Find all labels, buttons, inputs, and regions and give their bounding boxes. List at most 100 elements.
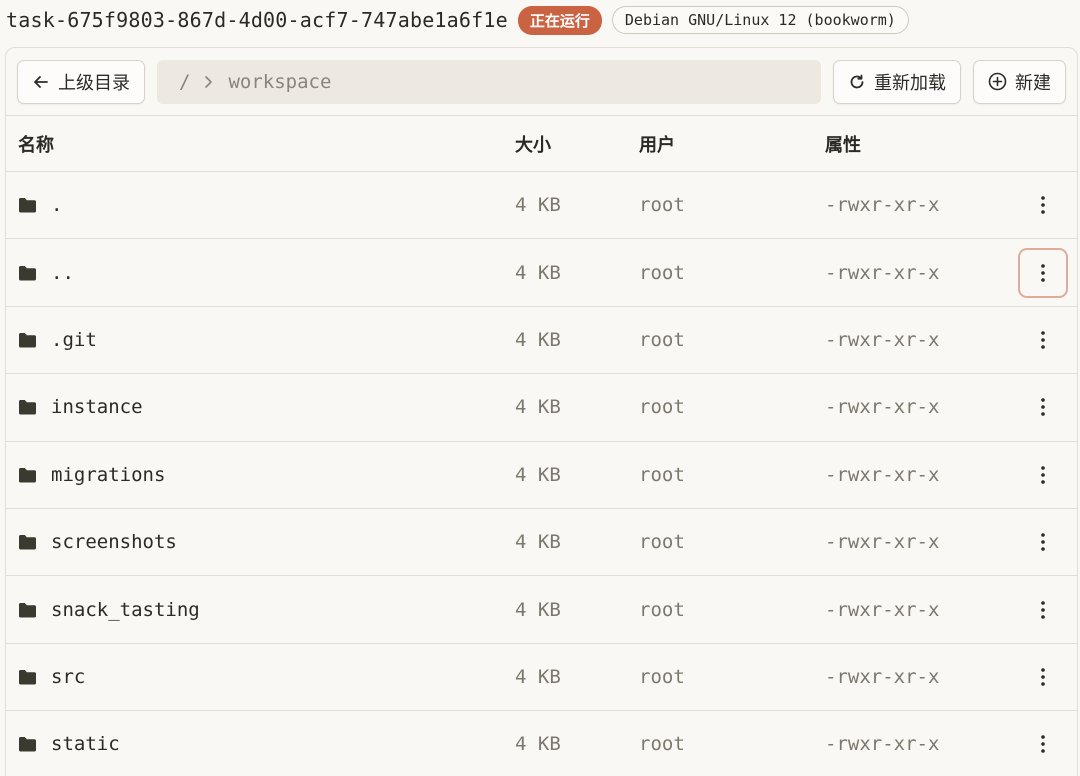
file-name-cell[interactable]: .: [18, 194, 62, 216]
more-vertical-icon: [1041, 735, 1045, 754]
file-name-cell[interactable]: screenshots: [18, 531, 177, 553]
more-vertical-icon: [1041, 668, 1045, 686]
table-row[interactable]: . 4 KB root -rwxr-xr-x: [6, 172, 1077, 240]
column-header-attributes[interactable]: 属性: [825, 131, 861, 157]
column-header-user[interactable]: 用户: [639, 131, 675, 157]
folder-icon: [19, 669, 36, 685]
file-name: instance: [51, 396, 143, 419]
folder-icon: [19, 602, 36, 618]
table-row[interactable]: static 4 KB root -rwxr-xr-x: [6, 711, 1077, 776]
file-name: snack_tasting: [51, 598, 200, 621]
file-list: . 4 KB root -rwxr-xr-x.. 4 KB root -rwxr-xr-x.…: [6, 172, 1077, 776]
folder-icon: [19, 400, 36, 415]
file-user: root: [639, 531, 685, 554]
table-row[interactable]: src 4 KB root -rwxr-xr-x: [6, 644, 1077, 712]
folder-icon: [19, 737, 36, 752]
file-attributes: -rwxr-xr-x: [825, 463, 940, 486]
column-header-size[interactable]: 大小: [515, 131, 551, 157]
file-attributes: -rwxr-xr-x: [825, 328, 940, 351]
file-name: migrations: [51, 463, 166, 486]
file-name: ..: [51, 261, 74, 284]
table-row[interactable]: snack_tasting 4 KB root -rwxr-xr-x: [6, 576, 1077, 644]
file-size: 4 KB: [515, 328, 561, 351]
folder-icon: [19, 198, 36, 213]
table-header: 名称 大小 用户 属性: [6, 116, 1077, 172]
row-more-button[interactable]: [1018, 180, 1068, 230]
file-name-cell[interactable]: ..: [18, 262, 74, 284]
table-row[interactable]: instance 4 KB root -rwxr-xr-x: [6, 374, 1077, 442]
file-user: root: [639, 733, 685, 756]
more-vertical-icon: [1041, 600, 1045, 619]
file-name-cell[interactable]: snack_tasting: [18, 599, 200, 621]
file-name-cell[interactable]: static: [18, 733, 120, 755]
file-name: src: [51, 665, 86, 688]
file-size: 4 KB: [515, 396, 561, 419]
reload-label: 重新加载: [874, 72, 946, 94]
folder-icon: [19, 332, 36, 348]
column-header-name[interactable]: 名称: [18, 131, 54, 157]
file-size: 4 KB: [515, 665, 561, 688]
more-vertical-icon: [1041, 331, 1045, 349]
table-row[interactable]: migrations 4 KB root -rwxr-xr-x: [6, 442, 1077, 509]
plus-circle-icon: [988, 72, 1007, 91]
file-size: 4 KB: [515, 463, 561, 486]
more-vertical-icon: [1041, 263, 1045, 282]
chevron-right-icon: [205, 75, 213, 88]
table-row[interactable]: .git 4 KB root -rwxr-xr-x: [6, 307, 1077, 375]
file-name: static: [51, 733, 120, 756]
row-more-button[interactable]: [1018, 450, 1068, 500]
file-attributes: -rwxr-xr-x: [825, 261, 940, 284]
table-row[interactable]: .. 4 KB root -rwxr-xr-x: [6, 239, 1077, 307]
file-attributes: -rwxr-xr-x: [825, 733, 940, 756]
folder-icon: [19, 535, 36, 550]
table-row[interactable]: screenshots 4 KB root -rwxr-xr-x: [6, 509, 1077, 577]
status-badge: 正在运行: [517, 5, 602, 35]
file-name-cell[interactable]: instance: [18, 396, 143, 418]
file-attributes: -rwxr-xr-x: [825, 531, 940, 554]
file-size: 4 KB: [515, 531, 561, 554]
file-user: root: [639, 598, 685, 621]
parent-directory-button[interactable]: 上级目录: [17, 59, 145, 104]
arrow-left-icon: [34, 75, 48, 88]
file-attributes: -rwxr-xr-x: [825, 598, 940, 621]
row-more-button[interactable]: [1018, 719, 1068, 769]
file-name-cell[interactable]: .git: [18, 329, 97, 351]
row-more-button[interactable]: [1018, 652, 1068, 702]
file-user: root: [639, 396, 685, 419]
row-more-button[interactable]: [1018, 315, 1068, 365]
more-vertical-icon: [1041, 533, 1045, 551]
breadcrumb-root[interactable]: /: [179, 71, 190, 93]
refresh-icon: [850, 74, 864, 88]
row-more-button[interactable]: [1018, 247, 1068, 298]
file-user: root: [639, 665, 685, 688]
toolbar: 上级目录 / workspace 重新加载 新建: [6, 48, 1077, 116]
file-name: .git: [51, 328, 97, 351]
file-name-cell[interactable]: src: [18, 666, 85, 688]
folder-icon: [19, 467, 36, 483]
file-user: root: [639, 194, 685, 217]
file-size: 4 KB: [515, 733, 561, 756]
os-badge: Debian GNU/Linux 12 (bookworm): [611, 6, 909, 34]
file-size: 4 KB: [515, 261, 561, 284]
parent-directory-label: 上级目录: [58, 72, 130, 94]
new-label: 新建: [1015, 72, 1051, 94]
file-name-cell[interactable]: migrations: [18, 464, 165, 486]
file-browser-panel: 上级目录 / workspace 重新加载 新建 名称 大小 用户 属性 . 4…: [5, 47, 1078, 776]
file-size: 4 KB: [515, 598, 561, 621]
file-user: root: [639, 328, 685, 351]
row-more-button[interactable]: [1018, 585, 1068, 635]
task-header: task-675f9803-867d-4d00-acf7-747abe1a6f1…: [0, 0, 1080, 40]
file-size: 4 KB: [515, 194, 561, 217]
more-vertical-icon: [1041, 196, 1045, 214]
file-attributes: -rwxr-xr-x: [825, 194, 940, 217]
new-button[interactable]: 新建: [973, 59, 1066, 104]
row-more-button[interactable]: [1018, 517, 1068, 567]
file-user: root: [639, 261, 685, 284]
reload-button[interactable]: 重新加载: [833, 59, 961, 104]
path-breadcrumb[interactable]: / workspace: [157, 59, 821, 104]
task-title: task-675f9803-867d-4d00-acf7-747abe1a6f1…: [6, 8, 508, 32]
breadcrumb-workspace[interactable]: workspace: [228, 71, 331, 93]
file-user: root: [639, 463, 685, 486]
file-attributes: -rwxr-xr-x: [825, 396, 940, 419]
row-more-button[interactable]: [1018, 382, 1068, 432]
